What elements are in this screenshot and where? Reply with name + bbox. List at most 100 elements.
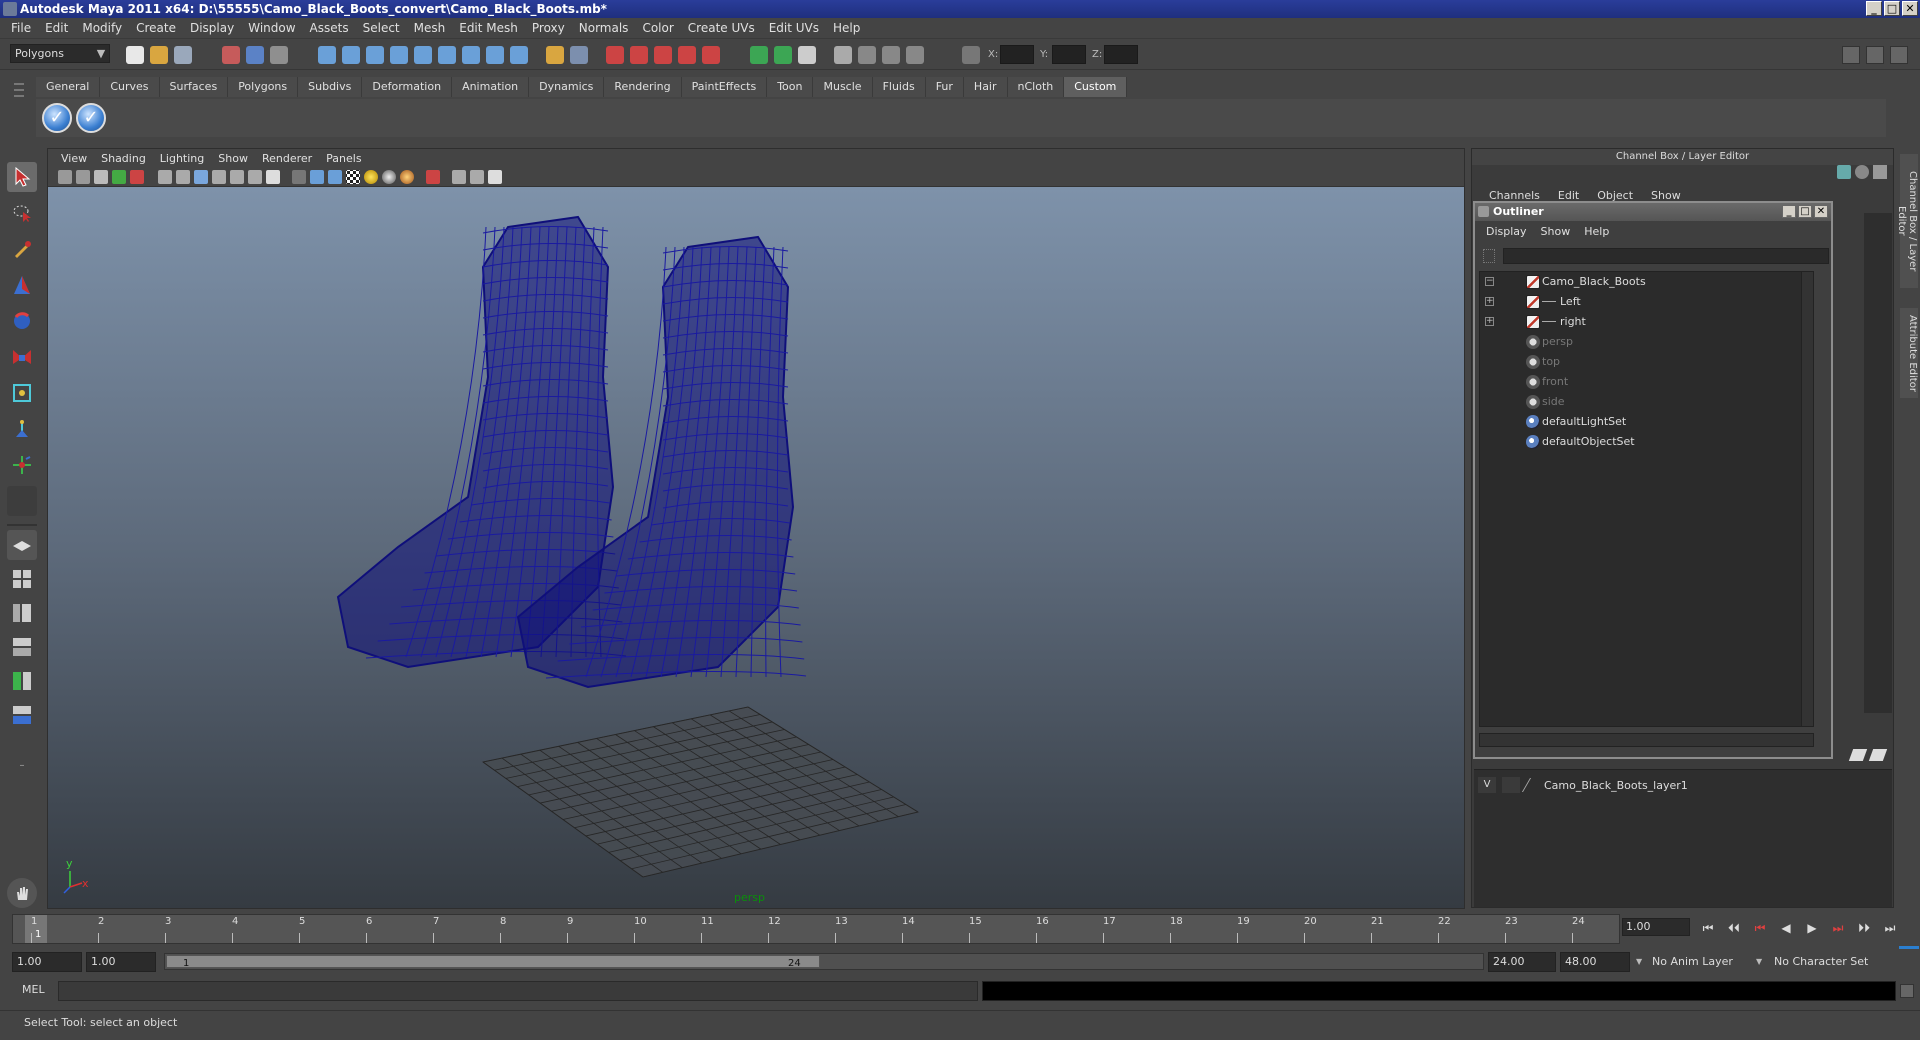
toggle-tool-settings-icon[interactable] (1866, 46, 1884, 64)
wireframe-on-shaded-icon[interactable] (328, 170, 342, 184)
vp-menu-view[interactable]: View (54, 152, 94, 165)
range-slider-bar[interactable] (166, 955, 820, 968)
2d-pan-zoom-icon[interactable] (130, 170, 144, 184)
outliner-item-left[interactable]: + Left (1480, 292, 1810, 312)
shelf-tab-muscle[interactable]: Muscle (813, 77, 873, 97)
render-view-icon[interactable] (834, 46, 852, 64)
four-view-layout-icon[interactable] (7, 564, 37, 594)
vp-menu-renderer[interactable]: Renderer (255, 152, 319, 165)
select-surfaces-icon[interactable] (390, 46, 408, 64)
render-settings-icon[interactable] (906, 46, 924, 64)
resolution-gate-icon[interactable] (194, 170, 208, 184)
render-current-frame-icon[interactable] (858, 46, 876, 64)
single-perspective-layout-icon[interactable] (7, 530, 37, 560)
new-scene-icon[interactable] (126, 46, 144, 64)
menu-modify[interactable]: Modify (75, 21, 129, 35)
collapse-icon[interactable]: − (1485, 277, 1494, 286)
shelf-tab-general[interactable]: General (36, 77, 101, 97)
perspective-viewport[interactable]: y x persp (48, 187, 1464, 908)
ol-menu-show[interactable]: Show (1534, 223, 1578, 241)
film-gate-icon[interactable] (176, 170, 190, 184)
mel-label[interactable]: MEL (22, 983, 45, 996)
menu-edit[interactable]: Edit (38, 21, 75, 35)
vp-menu-shading[interactable]: Shading (94, 152, 153, 165)
display-icon[interactable] (1855, 165, 1869, 179)
outliner-persp-layout-icon[interactable] (7, 598, 37, 628)
coord-x-field[interactable] (1000, 45, 1034, 64)
menu-mesh[interactable]: Mesh (407, 21, 453, 35)
select-camera-icon[interactable] (58, 170, 72, 184)
paint-select-tool-icon[interactable] (7, 234, 37, 264)
ol-menu-display[interactable]: Display (1479, 223, 1534, 241)
layer-name[interactable]: Camo_Black_Boots_layer1 (1544, 779, 1688, 792)
checkmark-shelf-button-icon[interactable]: ✓ (42, 103, 72, 133)
character-set-dropdown[interactable]: No Character Set (1774, 952, 1886, 972)
outliner-close-button[interactable]: ✕ (1814, 205, 1828, 218)
filter-icon[interactable] (1483, 249, 1495, 263)
snap-view-plane-icon[interactable] (678, 46, 696, 64)
minimize-button[interactable]: _ (1866, 1, 1882, 16)
shelf-tab-subdivs[interactable]: Subdivs (298, 77, 363, 97)
shelf-tab-ncloth[interactable]: nCloth (1007, 77, 1065, 97)
time-slider-track[interactable]: 1 1 2 3 4 5 6 7 8 9 10 11 12 13 14 15 16 17 18 19 20 21 22 23 2… (12, 914, 1620, 944)
wireframe-icon[interactable] (292, 170, 306, 184)
ipr-render-icon[interactable] (882, 46, 900, 64)
step-forward-key-button[interactable]: ⏭ (1828, 919, 1848, 937)
shelf-tab-deformation[interactable]: Deformation (362, 77, 453, 97)
select-by-hierarchy-icon[interactable] (222, 46, 240, 64)
use-all-lights-icon[interactable] (364, 170, 378, 184)
vp-menu-show[interactable]: Show (211, 152, 255, 165)
save-scene-icon[interactable] (174, 46, 192, 64)
menu-window[interactable]: Window (241, 21, 302, 35)
close-button[interactable]: ✕ (1902, 1, 1918, 16)
outliner-item-right[interactable]: + right (1480, 312, 1810, 332)
graph-persp-layout-icon[interactable] (7, 632, 37, 662)
textures-icon[interactable] (346, 170, 360, 184)
shelf-tab-rendering[interactable]: Rendering (604, 77, 682, 97)
animation-end-field[interactable]: 48.00 (1560, 952, 1630, 972)
menu-edit-mesh[interactable]: Edit Mesh (452, 21, 525, 35)
outliner-filter-input[interactable] (1503, 248, 1829, 264)
new-layer-icon[interactable] (1848, 749, 1868, 761)
go-to-end-button[interactable]: ⏭ (1880, 919, 1900, 937)
shelf-tab-toon[interactable]: Toon (767, 77, 814, 97)
dope-sheet-layout-icon[interactable] (7, 700, 37, 730)
shelf-tab-painteffects[interactable]: PaintEffects (681, 77, 768, 97)
xray-icon[interactable] (452, 170, 466, 184)
shelf-tab-custom[interactable]: Custom (1064, 77, 1128, 97)
layer-row[interactable]: V Camo_Black_Boots_layer1 (1478, 776, 1688, 794)
attribute-editor-side-tab[interactable]: Attribute Editor (1900, 308, 1918, 398)
menu-set-select[interactable]: Polygons ▼ (10, 44, 110, 63)
ol-menu-help[interactable]: Help (1577, 223, 1616, 241)
layer-display-type-toggle[interactable] (1502, 777, 1520, 793)
select-dynamics-icon[interactable] (438, 46, 456, 64)
shelf-tab-fluids[interactable]: Fluids (872, 77, 926, 97)
step-forward-frame-button[interactable]: ⏵⏵ (1854, 919, 1874, 937)
field-chart-icon[interactable] (230, 170, 244, 184)
shelf-tab-hair[interactable]: Hair (963, 77, 1008, 97)
toggle-attribute-editor-icon[interactable] (1842, 46, 1860, 64)
coord-z-field[interactable] (1104, 45, 1138, 64)
move-tool-icon[interactable] (7, 270, 37, 300)
checkmark-shelf-button-icon-2[interactable]: ✓ (76, 103, 106, 133)
lock-selection-icon[interactable] (546, 46, 564, 64)
select-handles-icon[interactable] (318, 46, 336, 64)
isolate-select-icon[interactable] (426, 170, 440, 184)
snap-grid-icon[interactable] (606, 46, 624, 64)
menu-assets[interactable]: Assets (303, 21, 356, 35)
maya-app-icon[interactable] (3, 2, 17, 16)
snap-point-icon[interactable] (654, 46, 672, 64)
select-by-component-icon[interactable] (270, 46, 288, 64)
step-back-frame-button[interactable]: ⏴⏴ (1724, 919, 1744, 937)
shelf-tab-curves[interactable]: Curves (100, 77, 160, 97)
menu-file[interactable]: File (4, 21, 38, 35)
high-quality-icon[interactable] (400, 170, 414, 184)
animation-start-field[interactable]: 1.00 (12, 952, 82, 972)
show-manipulator-tool-icon[interactable] (7, 450, 37, 480)
absolute-transform-icon[interactable] (962, 46, 980, 64)
step-back-key-button[interactable]: ⏮ (1750, 919, 1770, 937)
bookmarks-icon[interactable] (94, 170, 108, 184)
safe-title-icon[interactable] (266, 170, 280, 184)
input-ops-icon[interactable] (750, 46, 768, 64)
output-ops-icon[interactable] (774, 46, 792, 64)
